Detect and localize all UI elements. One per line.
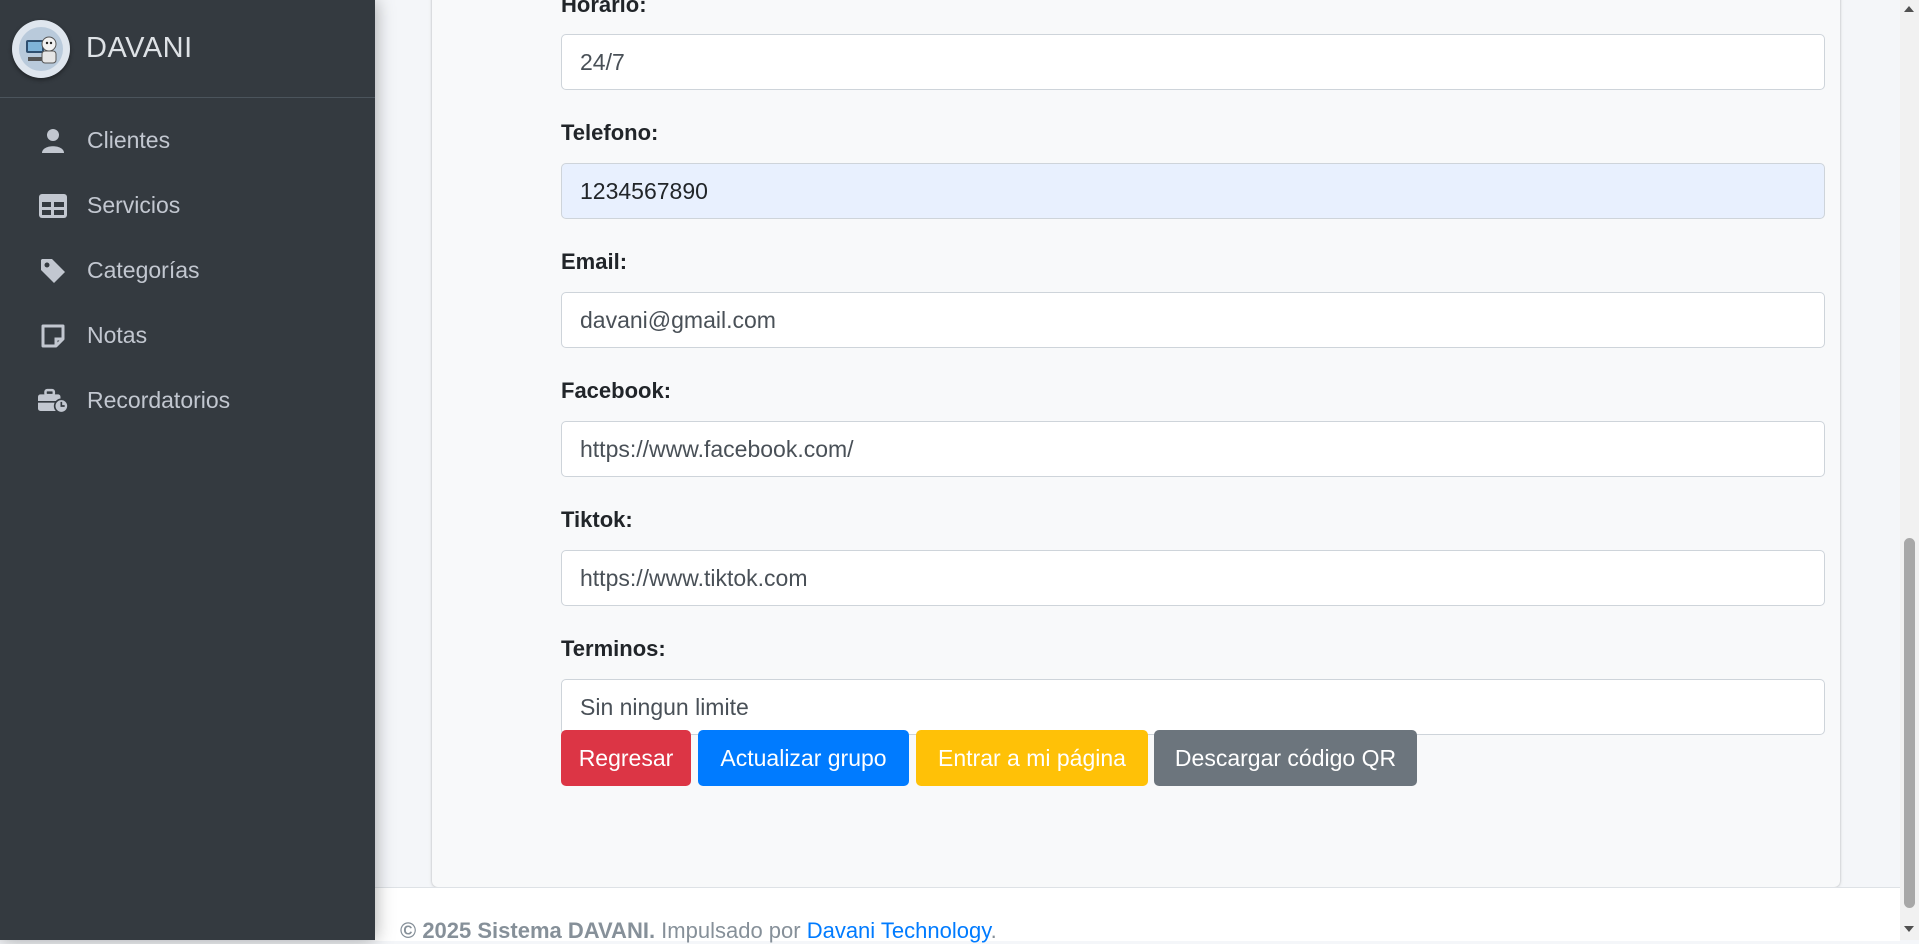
brand-name: DAVANI: [86, 32, 193, 64]
download-qr-button[interactable]: Descargar código QR: [1154, 730, 1417, 786]
user-icon: [38, 126, 68, 156]
sidebar-item-servicios[interactable]: Servicios: [0, 173, 375, 238]
tiktok-input[interactable]: https://www.tiktok.com: [561, 550, 1825, 606]
scroll-up-icon[interactable]: [1904, 6, 1914, 12]
footer: © 2025 Sistema DAVANI. Impulsado por Dav…: [375, 887, 1900, 944]
footer-company-link[interactable]: Davani Technology: [807, 918, 991, 943]
sidebar-item-label: Clientes: [87, 127, 171, 153]
note-icon: [38, 321, 68, 351]
footer-end: .: [990, 918, 997, 943]
enter-page-button[interactable]: Entrar a mi página: [916, 730, 1148, 786]
sidebar: DAVANI Clientes Servicios Categorías Not…: [0, 0, 375, 940]
telefono-input[interactable]: 1234567890: [561, 163, 1825, 219]
email-label: Email:: [561, 249, 628, 274]
sidebar-nav: Clientes Servicios Categorías Notas Reco…: [0, 98, 375, 433]
sidebar-item-notas[interactable]: Notas: [0, 303, 375, 368]
tag-icon: [38, 256, 68, 286]
update-group-button[interactable]: Actualizar grupo: [698, 730, 909, 786]
tiktok-label: Tiktok:: [561, 507, 633, 532]
sidebar-item-label: Notas: [87, 322, 148, 348]
footer-powered: Impulsado por: [655, 918, 807, 943]
sidebar-item-clientes[interactable]: Clientes: [0, 108, 375, 173]
scrollbar-thumb[interactable]: [1904, 538, 1915, 908]
table-icon: [38, 191, 68, 221]
email-input[interactable]: davani@gmail.com: [561, 292, 1825, 348]
sidebar-item-recordatorios[interactable]: Recordatorios: [0, 368, 375, 433]
briefcase-clock-icon: [38, 386, 68, 416]
telefono-label: Telefono:: [561, 120, 659, 145]
scroll-down-icon[interactable]: [1904, 926, 1914, 932]
facebook-label: Facebook:: [561, 378, 672, 403]
edit-group-card: Horario: 24/7 Telefono: 1234567890 Email…: [432, 0, 1840, 887]
sidebar-item-label: Recordatorios: [87, 387, 231, 413]
sidebar-item-label: Categorías: [87, 257, 200, 283]
terminos-input[interactable]: Sin ningun limite: [561, 679, 1825, 735]
back-button[interactable]: Regresar: [561, 730, 691, 786]
brand-link[interactable]: DAVANI: [0, 0, 375, 98]
robot-avatar-icon: [12, 19, 70, 78]
sidebar-item-label: Servicios: [87, 192, 181, 218]
main-content: Horario: 24/7 Telefono: 1234567890 Email…: [375, 0, 1900, 944]
horario-label: Horario:: [561, 0, 647, 17]
footer-text: © 2025 Sistema DAVANI. Impulsado por Dav…: [400, 918, 997, 944]
footer-copyright: © 2025 Sistema DAVANI.: [400, 918, 656, 943]
horario-input[interactable]: 24/7: [561, 34, 1825, 90]
terminos-label: Terminos:: [561, 636, 666, 661]
facebook-input[interactable]: https://www.facebook.com/: [561, 421, 1825, 477]
sidebar-item-categorias[interactable]: Categorías: [0, 238, 375, 303]
page-scrollbar[interactable]: [1900, 0, 1919, 940]
